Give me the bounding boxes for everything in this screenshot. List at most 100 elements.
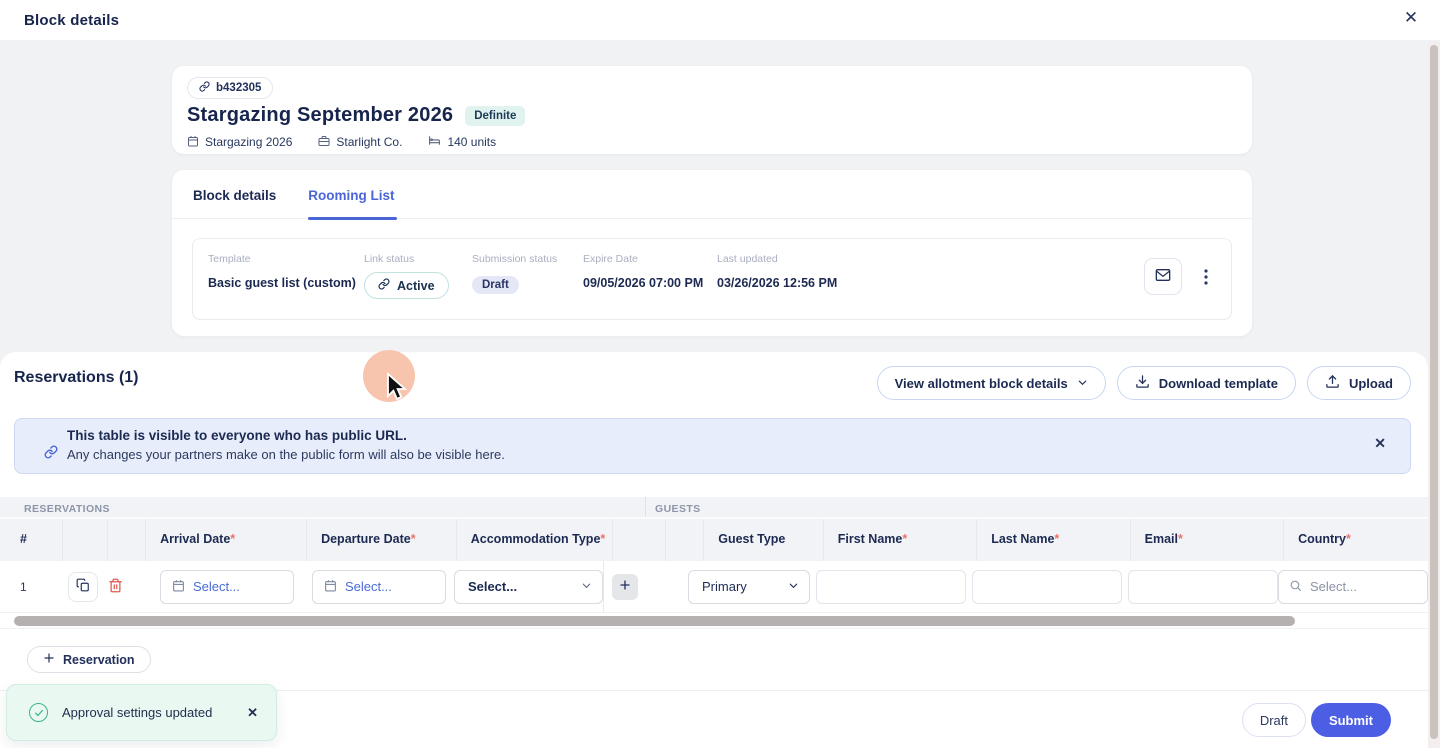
block-id-badge[interactable]: b432305 xyxy=(187,77,273,99)
calendar-icon xyxy=(172,579,185,595)
departure-date-placeholder: Select... xyxy=(345,579,392,594)
expire-date-value: 09/05/2026 07:00 PM xyxy=(583,276,717,290)
link-status-column-label: Link status xyxy=(364,253,472,265)
upload-label: Upload xyxy=(1349,376,1393,391)
template-column-label: Template xyxy=(208,253,364,265)
column-header-add-guest xyxy=(613,519,666,561)
download-template-button[interactable]: Download template xyxy=(1117,366,1296,400)
search-icon xyxy=(1289,579,1302,595)
page-title: Block details xyxy=(24,0,119,41)
column-header-guest-type: Guest Type xyxy=(704,519,824,561)
close-icon[interactable]: ✕ xyxy=(1398,5,1424,31)
more-options-icon[interactable] xyxy=(1199,269,1213,285)
toast-notification: Approval settings updated ✕ xyxy=(6,684,277,741)
envelope-icon xyxy=(1155,267,1171,286)
link-status-pill[interactable]: Active xyxy=(364,272,449,299)
copy-icon xyxy=(76,578,90,595)
link-icon xyxy=(378,278,390,293)
group-header-guests: GUESTS xyxy=(645,497,1428,517)
check-circle-icon xyxy=(29,703,48,722)
mouse-cursor xyxy=(382,372,410,407)
vertical-scrollbar[interactable] xyxy=(1428,41,1440,748)
banner-close-icon[interactable]: ✕ xyxy=(1374,435,1386,452)
link-icon xyxy=(44,445,58,464)
meta-company-label: Starlight Co. xyxy=(336,135,402,149)
banner-subtitle: Any changes your partners make on the pu… xyxy=(67,447,1410,462)
accommodation-placeholder: Select... xyxy=(468,579,517,594)
upload-button[interactable]: Upload xyxy=(1307,366,1411,400)
draft-button[interactable]: Draft xyxy=(1242,703,1306,737)
horizontal-scrollbar[interactable] xyxy=(0,613,1428,629)
submission-status-pill: Draft xyxy=(472,276,519,294)
meta-company: Starlight Co. xyxy=(318,135,402,150)
block-title: Stargazing September 2026 xyxy=(187,104,453,127)
bed-icon xyxy=(428,134,441,150)
arrival-date-picker[interactable]: Select... xyxy=(160,570,294,604)
column-header-arrival: Arrival Date* xyxy=(146,519,307,561)
template-name: Basic guest list (custom) xyxy=(208,276,364,290)
horizontal-scrollbar-thumb[interactable] xyxy=(14,616,1295,626)
block-summary-card: b432305 Stargazing September 2026 Defini… xyxy=(172,66,1252,154)
chevron-down-icon xyxy=(581,579,592,594)
last-updated-column-label: Last updated xyxy=(717,253,1144,265)
chevron-down-icon xyxy=(1077,376,1088,391)
column-header-index: # xyxy=(0,519,63,561)
plus-icon xyxy=(43,652,55,667)
add-reservation-button[interactable]: Reservation xyxy=(27,646,151,673)
download-icon xyxy=(1135,374,1150,392)
template-row: Template Basic guest list (custom) Link … xyxy=(192,238,1232,320)
view-allotment-label: View allotment block details xyxy=(895,376,1068,391)
meta-units-label: 140 units xyxy=(447,135,496,149)
link-status-label: Active xyxy=(397,279,435,293)
column-header-spacer xyxy=(666,519,705,561)
reservations-toolbar: View allotment block details Download te… xyxy=(877,366,1411,400)
add-reservation-label: Reservation xyxy=(63,653,135,667)
last-name-field[interactable] xyxy=(972,570,1122,604)
view-allotment-block-details-button[interactable]: View allotment block details xyxy=(877,366,1106,400)
chevron-down-icon xyxy=(788,579,799,594)
arrival-date-placeholder: Select... xyxy=(193,579,240,594)
tab-block-details[interactable]: Block details xyxy=(193,188,276,218)
rooming-card: Block details Rooming List Template Basi… xyxy=(172,170,1252,336)
last-updated-value: 03/26/2026 12:56 PM xyxy=(717,276,1144,290)
email-field[interactable] xyxy=(1128,570,1278,604)
modal-header: Block details ✕ xyxy=(0,0,1440,41)
duplicate-row-button[interactable] xyxy=(68,572,98,602)
expire-date-column-label: Expire Date xyxy=(583,253,717,265)
meta-units: 140 units xyxy=(428,134,496,150)
column-header-last-name: Last Name* xyxy=(977,519,1130,561)
toast-close-icon[interactable]: ✕ xyxy=(247,705,258,721)
email-button[interactable] xyxy=(1144,258,1182,295)
row-index: 1 xyxy=(0,580,27,594)
country-placeholder: Select... xyxy=(1310,579,1357,594)
departure-date-picker[interactable]: Select... xyxy=(312,570,446,604)
column-header-departure: Departure Date* xyxy=(307,519,457,561)
reservations-table: RESERVATIONS GUESTS # Arrival Date* Depa… xyxy=(0,497,1428,629)
reservations-heading: Reservations (1) xyxy=(14,369,139,387)
delete-row-button[interactable] xyxy=(108,578,123,596)
vertical-scrollbar-thumb[interactable] xyxy=(1430,45,1438,739)
link-icon xyxy=(199,81,210,95)
country-select[interactable]: Select... xyxy=(1278,570,1428,604)
status-badge: Definite xyxy=(465,106,525,126)
tab-rooming-list[interactable]: Rooming List xyxy=(308,188,394,218)
guest-type-select[interactable]: Primary xyxy=(688,570,810,604)
public-url-banner: This table is visible to everyone who ha… xyxy=(14,418,1411,474)
banner-title: This table is visible to everyone who ha… xyxy=(67,428,1410,443)
submission-status-column-label: Submission status xyxy=(472,253,583,265)
column-header-first-name: First Name* xyxy=(824,519,977,561)
trash-icon xyxy=(108,578,123,596)
accommodation-type-select[interactable]: Select... xyxy=(454,570,603,604)
plus-icon xyxy=(619,578,631,595)
column-header-copy xyxy=(63,519,107,561)
meta-event-label: Stargazing 2026 xyxy=(205,135,292,149)
table-row: 1 Select... Select... xyxy=(0,561,1428,613)
column-header-accommodation: Accommodation Type* xyxy=(457,519,613,561)
column-header-email: Email* xyxy=(1131,519,1284,561)
download-template-label: Download template xyxy=(1159,376,1278,391)
add-guest-button[interactable] xyxy=(612,574,638,600)
calendar-icon xyxy=(187,135,199,150)
submit-button[interactable]: Submit xyxy=(1311,703,1391,737)
first-name-field[interactable] xyxy=(816,570,966,604)
column-header-delete xyxy=(108,519,147,561)
